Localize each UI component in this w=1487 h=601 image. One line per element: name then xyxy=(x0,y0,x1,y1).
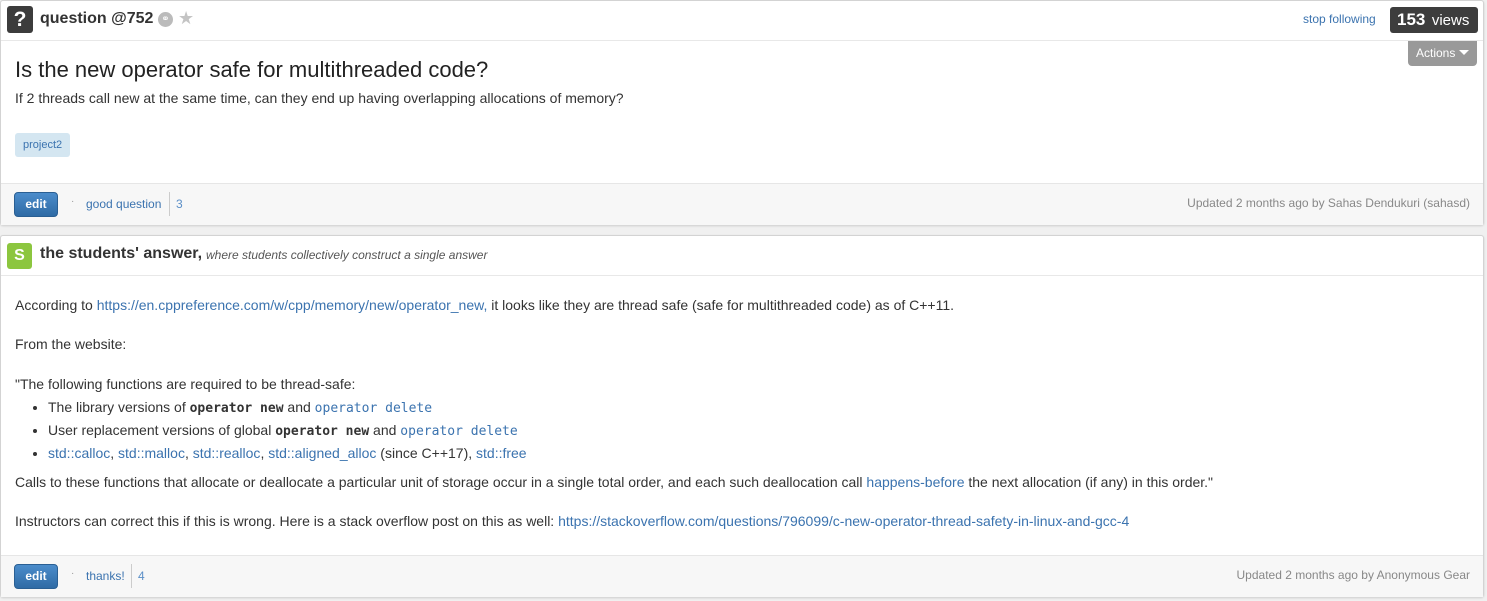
operator-delete-link[interactable]: operator delete xyxy=(315,401,432,416)
views-label: views xyxy=(1431,12,1470,29)
star-icon[interactable]: ★ xyxy=(178,8,194,29)
question-footer: edit · good question 3 Updated 2 months … xyxy=(1,183,1483,225)
question-title: Is the new operator safe for multithread… xyxy=(15,57,489,82)
question-body: If 2 threads call new at the same time, … xyxy=(15,90,624,106)
thanks-count: 4 xyxy=(138,569,145,583)
list-item: User replacement versions of global oper… xyxy=(48,419,1465,442)
text: and xyxy=(373,422,397,438)
students-answer-card: S the students' answer, where students c… xyxy=(0,235,1484,597)
text: The library versions of xyxy=(48,399,186,415)
views-badge: 153 views xyxy=(1390,7,1478,33)
code-operator-new: operator new xyxy=(275,424,370,439)
std-aligned-alloc-link[interactable]: std::aligned_alloc xyxy=(268,445,376,461)
tag-project2[interactable]: project2 xyxy=(15,133,71,157)
question-card: ? question @752 ⚭ ★ stop following 153 v… xyxy=(0,0,1484,225)
question-updated-text: Updated 2 months ago by Sahas Dendukuri … xyxy=(1187,196,1470,210)
divider xyxy=(131,564,132,588)
answer-paragraph: According to https://en.cppreference.com… xyxy=(15,296,1465,314)
text: According to xyxy=(15,297,93,313)
text: and xyxy=(287,399,311,415)
happens-before-link[interactable]: happens-before xyxy=(866,474,964,490)
text: User replacement versions of global xyxy=(48,422,272,438)
requirements-list: The library versions of operator new and… xyxy=(48,396,1465,465)
question-mark-icon: ? xyxy=(7,6,33,33)
thanks-button[interactable]: thanks! xyxy=(86,569,125,583)
std-malloc-link[interactable]: std::malloc xyxy=(118,445,185,461)
std-calloc-link[interactable]: std::calloc xyxy=(48,445,110,461)
answer-title: the students' answer, xyxy=(40,245,203,262)
actions-dropdown-button[interactable]: Actions xyxy=(1408,41,1477,66)
std-free-link[interactable]: std::free xyxy=(476,445,527,461)
text: (since C++17), xyxy=(380,445,473,461)
list-item: std::calloc, std::malloc, std::realloc, … xyxy=(48,442,1465,465)
caret-down-icon xyxy=(1459,50,1470,55)
text: the next allocation (if any) in this ord… xyxy=(968,474,1214,490)
text: it looks like they are thread safe (safe… xyxy=(491,297,955,313)
text: Instructors can correct this if this is … xyxy=(15,513,555,529)
stackoverflow-link[interactable]: https://stackoverflow.com/questions/7960… xyxy=(558,513,1129,529)
answer-subtitle: where students collectively construct a … xyxy=(206,248,488,262)
answer-paragraph: Instructors can correct this if this is … xyxy=(15,512,1465,530)
students-s-icon: S xyxy=(7,243,32,269)
divider xyxy=(169,192,170,216)
stop-following-link[interactable]: stop following xyxy=(1303,12,1376,26)
answer-footer: edit · thanks! 4 Updated 2 months ago by… xyxy=(1,555,1483,597)
views-count: 153 xyxy=(1397,10,1426,29)
actions-label: Actions xyxy=(1416,46,1456,60)
answer-body: According to https://en.cppreference.com… xyxy=(15,296,1465,530)
text: Calls to these functions that allocate o… xyxy=(15,474,863,490)
answer-header: S the students' answer, where students c… xyxy=(1,236,1483,276)
answer-paragraph: "The following functions are required to… xyxy=(15,376,356,392)
edit-answer-button[interactable]: edit xyxy=(14,564,58,589)
link-icon[interactable]: ⚭ xyxy=(158,12,173,27)
answer-paragraph: Calls to these functions that allocate o… xyxy=(15,473,1465,491)
separator-dot: · xyxy=(71,196,75,207)
good-question-count: 3 xyxy=(176,197,183,211)
separator-dot: · xyxy=(71,568,75,579)
post-label: question @752 xyxy=(40,10,154,27)
answer-updated-text: Updated 2 months ago by Anonymous Gear xyxy=(1236,568,1470,582)
operator-delete-link[interactable]: operator delete xyxy=(400,424,517,439)
list-item: The library versions of operator new and… xyxy=(48,396,1465,419)
edit-question-button[interactable]: edit xyxy=(14,192,58,217)
code-operator-new: operator new xyxy=(189,401,284,416)
answer-paragraph: From the website: xyxy=(15,336,127,352)
good-question-button[interactable]: good question xyxy=(86,197,161,211)
cppreference-link[interactable]: https://en.cppreference.com/w/cpp/memory… xyxy=(97,297,488,313)
std-realloc-link[interactable]: std::realloc xyxy=(193,445,261,461)
question-header: ? question @752 ⚭ ★ stop following 153 v… xyxy=(1,1,1483,41)
